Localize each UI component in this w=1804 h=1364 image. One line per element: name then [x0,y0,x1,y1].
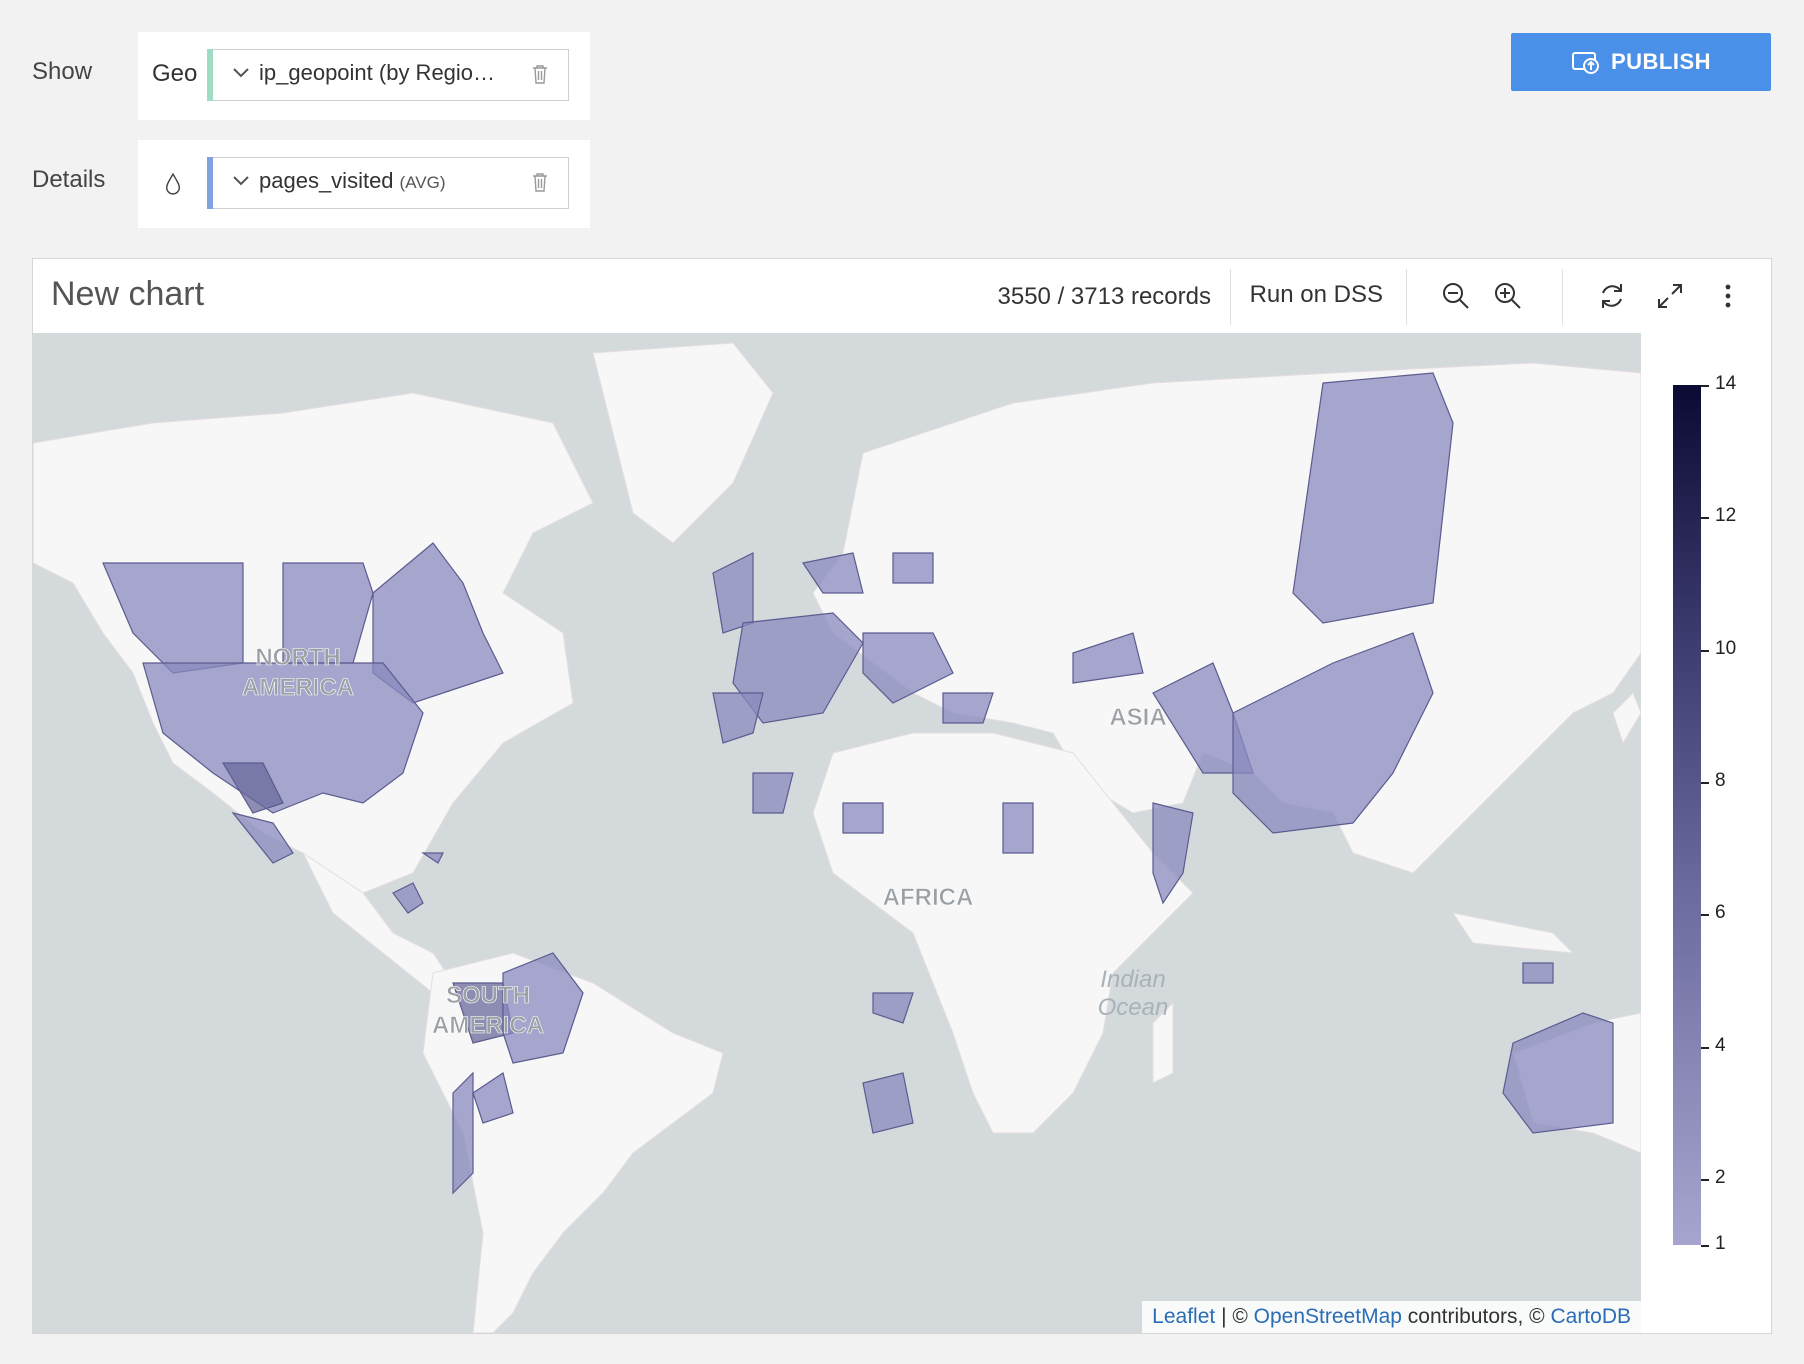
legend-tick-label: 6 [1715,902,1726,923]
land-japan [1612,692,1641,745]
openstreetmap-link[interactable]: OpenStreetMap [1254,1305,1402,1328]
expand-icon[interactable] [1653,279,1687,313]
refresh-icon[interactable] [1595,279,1629,313]
droplet-icon [165,172,181,195]
label-north-america-2: AMERICA [242,674,354,701]
legend-tick [1701,517,1709,519]
trash-icon[interactable] [530,171,550,193]
legend-tick [1701,385,1709,387]
legend-tick [1701,1179,1709,1181]
legend-tick-label: 10 [1715,638,1737,659]
label-indian-ocean-2: Ocean [1098,994,1169,1021]
geo-field-name: ip_geopoint (by Regio… [259,60,496,85]
region-uk [712,552,754,634]
legend-tick-label: 12 [1715,505,1737,526]
toolbar-divider [1562,269,1563,325]
chevron-down-icon[interactable] [231,170,251,190]
details-field-name: pages_visited (AVG) [259,168,446,193]
zoom-in-icon[interactable] [1491,279,1525,313]
more-vertical-icon[interactable] [1711,279,1745,313]
run-on-dss-button[interactable]: Run on DSS [1250,281,1383,309]
toolbar-divider [1406,269,1407,325]
region-scandinavia [802,552,864,594]
leaflet-link[interactable]: Leaflet [1152,1305,1215,1328]
region-australia-west [1502,1012,1614,1134]
region-sahel [842,802,884,834]
attribution-separator: | © [1215,1305,1254,1328]
geo-field-dropdown[interactable]: ip_geopoint (by Regio… [207,49,569,101]
region-caribbean [421,852,444,864]
legend-tick [1701,914,1709,916]
show-label: Show [32,58,93,85]
aggregation-label: (AVG) [399,173,446,192]
region-baltic [892,552,934,584]
geo-dimension-box: Geo ip_geopoint (by Regio… [138,32,590,120]
trash-icon[interactable] [530,63,550,85]
details-label: Details [32,166,106,193]
publish-button[interactable]: PUBLISH [1511,33,1771,91]
label-indian-ocean: Indian [1100,966,1165,993]
zoom-out-icon[interactable] [1439,279,1473,313]
legend-tick [1701,782,1709,784]
attribution-text: contributors, © [1401,1305,1551,1328]
region-chile [452,1071,474,1195]
legend-tick [1701,1047,1709,1049]
label-africa: AFRICA [883,884,974,911]
world-map[interactable]: NORTH AMERICA SOUTH AMERICA AFRICA ASIA … [33,333,1641,1333]
toolbar-divider [1230,269,1231,325]
legend-tick-label: 8 [1715,770,1726,791]
legend-tick-label: 2 [1715,1167,1726,1188]
details-field-color-bar [207,157,213,209]
land-indonesia [1451,912,1575,954]
legend-tick [1701,1245,1709,1247]
legend-tick-label: 1 [1715,1233,1726,1254]
region-central-africa [872,992,914,1024]
region-middle-east [1002,802,1034,854]
chevron-down-icon[interactable] [231,62,251,82]
legend-tick [1701,650,1709,652]
records-count: 3550 / 3713 records [997,283,1211,310]
label-asia: ASIA [1109,704,1166,731]
cartodb-link[interactable]: CartoDB [1550,1305,1631,1328]
chart-title[interactable]: New chart [51,275,204,314]
color-legend: 14 12 10 8 6 4 2 1 [1673,373,1793,1265]
geo-field-color-bar [207,49,213,101]
legend-gradient [1673,385,1701,1245]
cloud-upload-icon [1571,52,1599,74]
region-iberia [712,692,764,744]
land-greenland [592,342,774,544]
label-north-america: NORTH [255,644,340,671]
region-north-africa [752,772,794,814]
label-south-america-2: AMERICA [432,1012,544,1039]
geo-prefix-label: Geo [152,60,198,87]
region-south-africa [862,1072,914,1134]
region-indonesia [1522,962,1554,984]
details-measure-box: pages_visited (AVG) [138,140,590,228]
map-canvas[interactable]: NORTH AMERICA SOUTH AMERICA AFRICA ASIA … [33,333,1641,1333]
legend-tick-label: 4 [1715,1035,1726,1056]
publish-label: PUBLISH [1610,49,1712,74]
label-south-america: SOUTH [446,982,530,1009]
legend-tick-label: 14 [1715,373,1737,394]
map-attribution: Leaflet | © OpenStreetMap contributors, … [1142,1301,1641,1333]
region-colombia [392,882,424,914]
details-field-dropdown[interactable]: pages_visited (AVG) [207,157,569,209]
chart-panel: New chart 3550 / 3713 records Run on DSS [32,258,1772,1334]
